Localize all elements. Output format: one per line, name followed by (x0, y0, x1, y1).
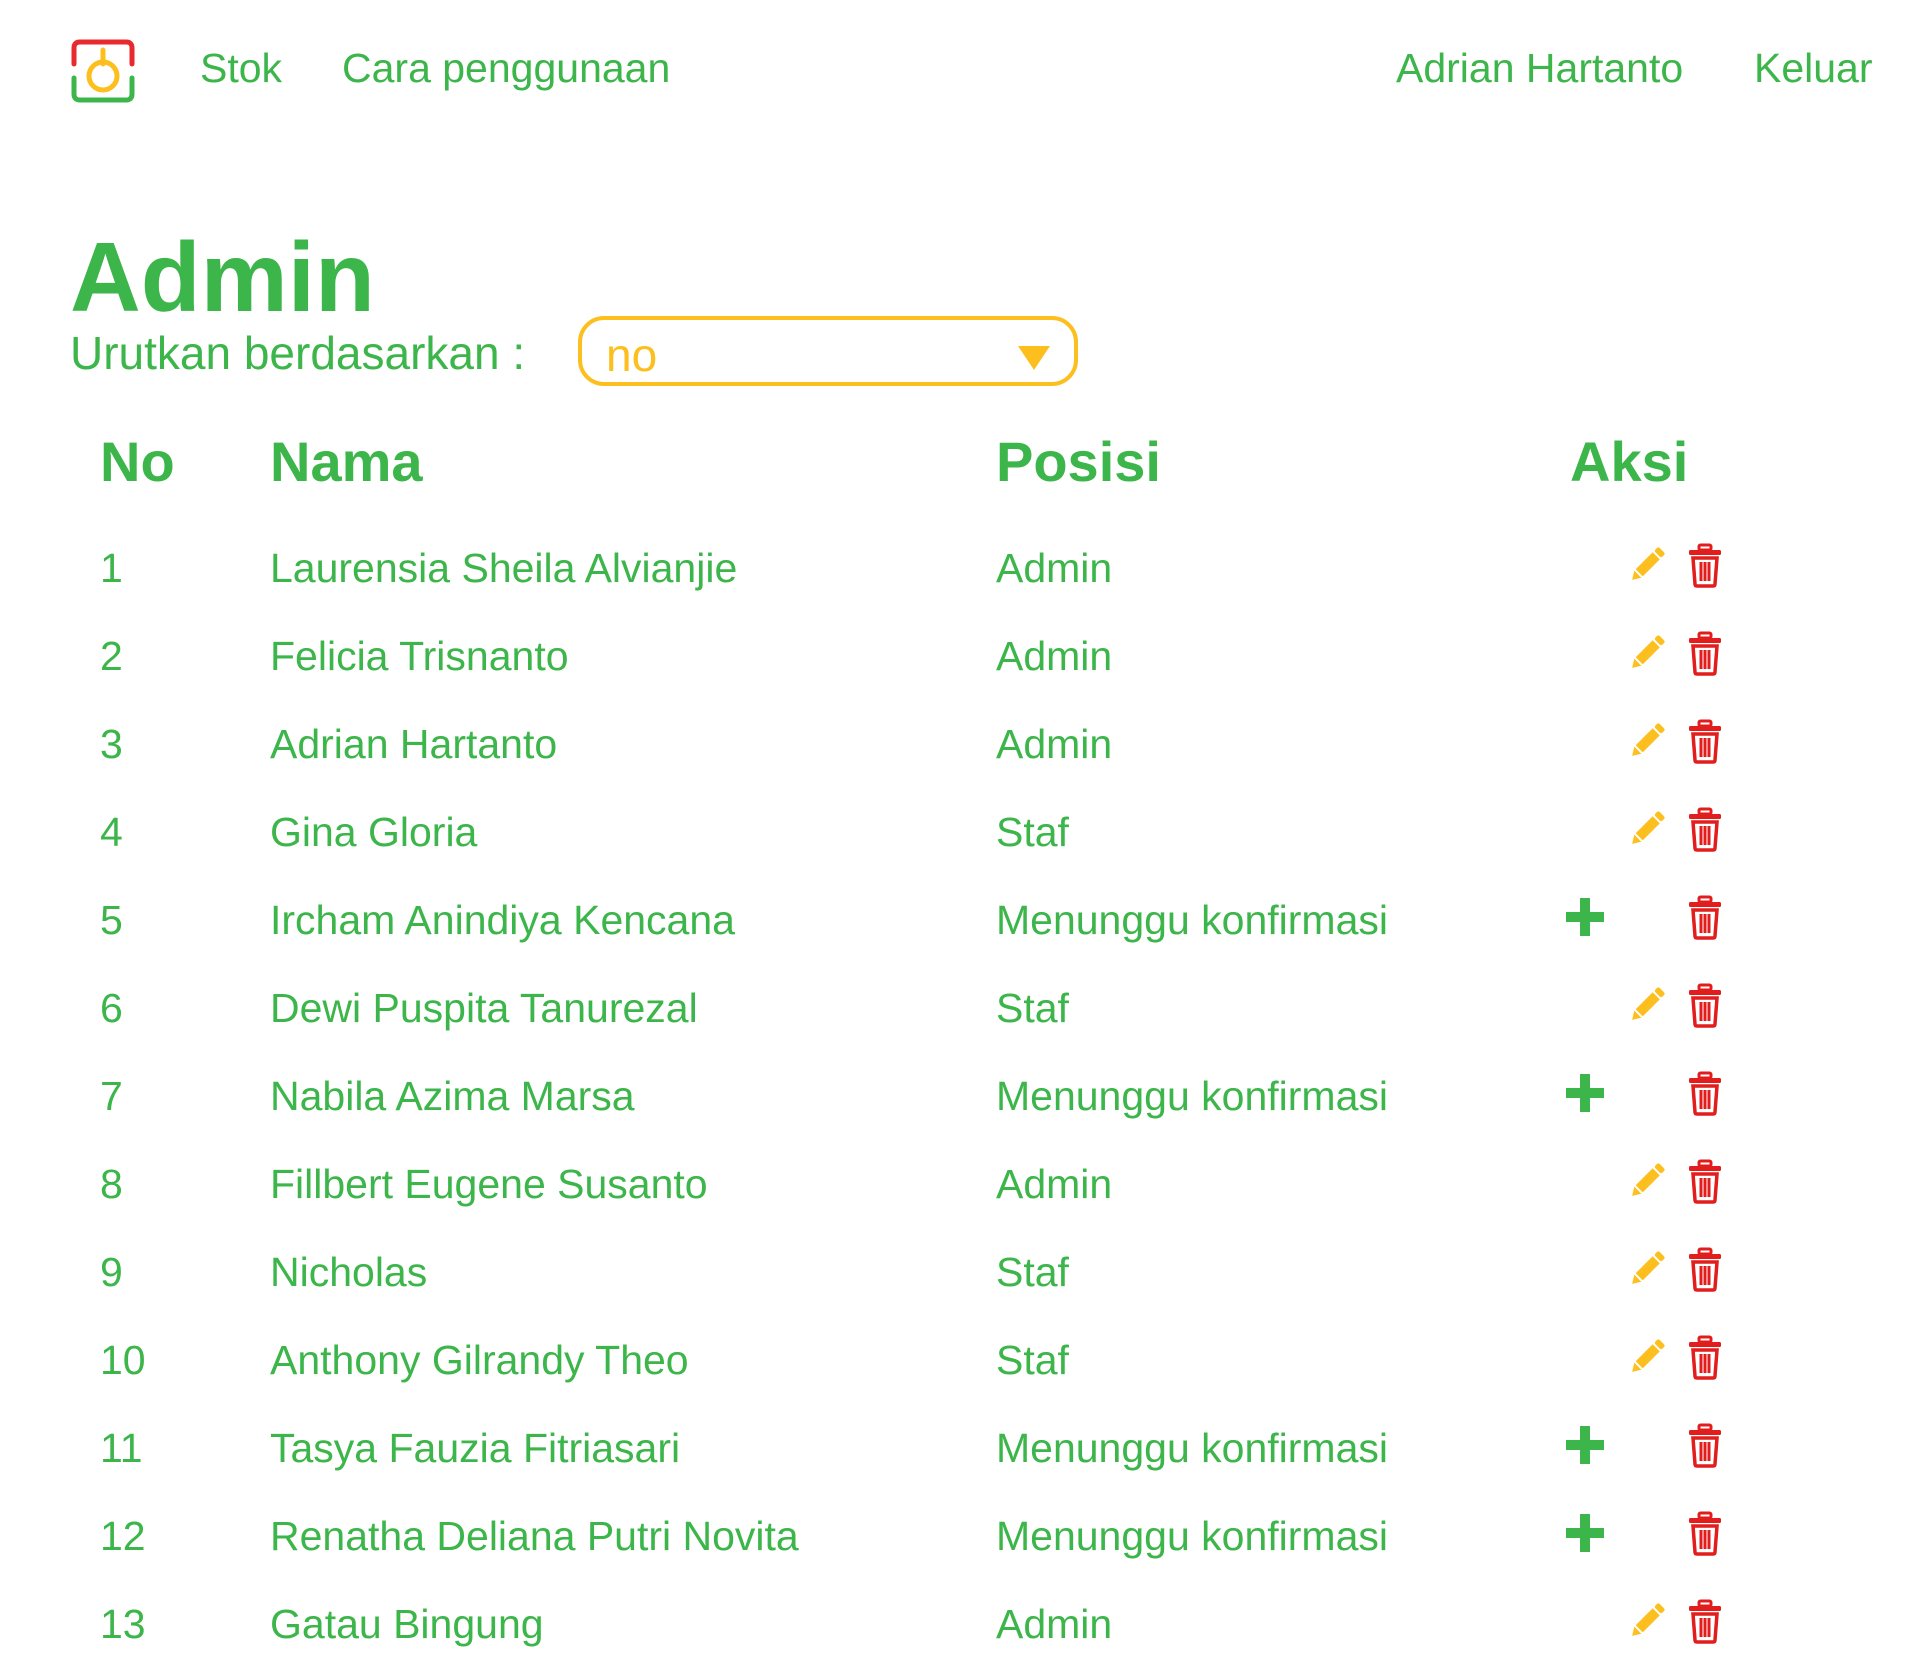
table-row: 2 Felicia Trisnanto Admin (0, 612, 1920, 700)
delete-icon[interactable] (1682, 542, 1728, 588)
row-name: Tasya Fauzia Fitriasari (270, 1425, 681, 1471)
row-position: Admin (996, 721, 1113, 767)
table-row: 1 Laurensia Sheila Alvianjie Admin (0, 524, 1920, 612)
row-name: Anthony Gilrandy Theo (270, 1337, 689, 1383)
row-position: Menunggu konfirmasi (996, 1425, 1388, 1471)
row-position: Staf (996, 809, 1069, 855)
table-row: 4 Gina Gloria Staf (0, 788, 1920, 876)
chevron-down-icon (1018, 346, 1050, 370)
row-name: Ircham Anindiya Kencana (270, 897, 735, 943)
table-row: 9 Nicholas Staf (0, 1228, 1920, 1316)
sort-select[interactable]: no (578, 316, 1078, 386)
row-position: Staf (996, 985, 1069, 1031)
edit-icon[interactable] (1624, 1158, 1670, 1204)
edit-icon[interactable] (1624, 718, 1670, 764)
header-name: Nama (270, 430, 423, 493)
row-position: Staf (996, 1337, 1069, 1383)
table-row: 11 Tasya Fauzia Fitriasari Menunggu konfir… (0, 1404, 1920, 1492)
row-no: 13 (100, 1601, 146, 1647)
edit-icon[interactable] (1624, 1598, 1670, 1644)
delete-icon[interactable] (1682, 894, 1728, 940)
delete-icon[interactable] (1682, 806, 1728, 852)
delete-icon[interactable] (1682, 1070, 1728, 1116)
table-row: 3 Adrian Hartanto Admin (0, 700, 1920, 788)
row-position: Menunggu konfirmasi (996, 1073, 1388, 1119)
table-row: 13 Gatau Bingung Admin (0, 1580, 1920, 1668)
plus-icon[interactable] (1562, 1510, 1608, 1556)
sort-select-value: no (606, 329, 658, 381)
page-title: Admin (70, 222, 375, 332)
row-name: Nabila Azima Marsa (270, 1073, 635, 1119)
row-no: 9 (100, 1249, 123, 1295)
row-no: 12 (100, 1513, 146, 1559)
edit-icon[interactable] (1624, 542, 1670, 588)
header-position: Posisi (996, 430, 1161, 493)
table-row: 6 Dewi Puspita Tanurezal Staf (0, 964, 1920, 1052)
row-name: Laurensia Sheila Alvianjie (270, 545, 738, 591)
row-name: Gatau Bingung (270, 1601, 544, 1647)
delete-icon[interactable] (1682, 1510, 1728, 1556)
row-position: Admin (996, 633, 1113, 679)
row-name: Renatha Deliana Putri Novita (270, 1513, 799, 1559)
delete-icon[interactable] (1682, 718, 1728, 764)
row-position: Admin (996, 545, 1113, 591)
row-no: 11 (100, 1425, 143, 1471)
table-body: 1 Laurensia Sheila Alvianjie Admin 2 Felicia… (0, 524, 1920, 1668)
delete-icon[interactable] (1682, 1422, 1728, 1468)
delete-icon[interactable] (1682, 982, 1728, 1028)
nav-link-stok[interactable]: Stok (200, 44, 282, 92)
header-no: No (100, 430, 175, 493)
row-name: Nicholas (270, 1249, 428, 1295)
edit-icon[interactable] (1624, 982, 1670, 1028)
plus-icon[interactable] (1562, 1422, 1608, 1468)
row-no: 6 (100, 985, 123, 1031)
row-no: 5 (100, 897, 123, 943)
delete-icon[interactable] (1682, 1158, 1728, 1204)
row-position: Staf (996, 1249, 1069, 1295)
delete-icon[interactable] (1682, 1334, 1728, 1380)
delete-icon[interactable] (1682, 1246, 1728, 1292)
plus-icon[interactable] (1562, 894, 1608, 940)
row-no: 4 (100, 809, 123, 855)
row-name: Fillbert Eugene Susanto (270, 1161, 708, 1207)
delete-icon[interactable] (1682, 630, 1728, 676)
logo-icon[interactable] (70, 38, 136, 104)
sort-label: Urutkan berdasarkan : (70, 327, 526, 379)
row-no: 2 (100, 633, 123, 679)
table-header: No Nama Posisi Aksi (0, 420, 1920, 500)
header-action: Aksi (1570, 430, 1689, 493)
row-no: 10 (100, 1337, 146, 1383)
table-row: 8 Fillbert Eugene Susanto Admin (0, 1140, 1920, 1228)
row-no: 1 (100, 545, 123, 591)
row-no: 8 (100, 1161, 123, 1207)
row-position: Menunggu konfirmasi (996, 897, 1388, 943)
table-row: 12 Renatha Deliana Putri Novita Menunggu k… (0, 1492, 1920, 1580)
edit-icon[interactable] (1624, 806, 1670, 852)
table-row: 10 Anthony Gilrandy Theo Staf (0, 1316, 1920, 1404)
delete-icon[interactable] (1682, 1598, 1728, 1644)
row-position: Admin (996, 1161, 1113, 1207)
row-position: Menunggu konfirmasi (996, 1513, 1388, 1559)
nav-link-cara-penggunaan[interactable]: Cara penggunaan (342, 44, 670, 92)
row-name: Adrian Hartanto (270, 721, 558, 767)
plus-icon[interactable] (1562, 1070, 1608, 1116)
edit-icon[interactable] (1624, 1334, 1670, 1380)
row-position: Admin (996, 1601, 1113, 1647)
row-name: Felicia Trisnanto (270, 633, 569, 679)
navbar: Stok Cara penggunaan Adrian Hartanto Kel… (0, 0, 1920, 136)
edit-icon[interactable] (1624, 1246, 1670, 1292)
row-name: Dewi Puspita Tanurezal (270, 985, 698, 1031)
edit-icon[interactable] (1624, 630, 1670, 676)
table-row: 7 Nabila Azima Marsa Menunggu konfirmasi (0, 1052, 1920, 1140)
row-no: 7 (100, 1073, 123, 1119)
row-name: Gina Gloria (270, 809, 478, 855)
nav-user-name[interactable]: Adrian Hartanto (1396, 44, 1683, 92)
row-no: 3 (100, 721, 123, 767)
table-row: 5 Ircham Anindiya Kencana Menunggu konfirm… (0, 876, 1920, 964)
logout-link[interactable]: Keluar (1754, 44, 1873, 92)
